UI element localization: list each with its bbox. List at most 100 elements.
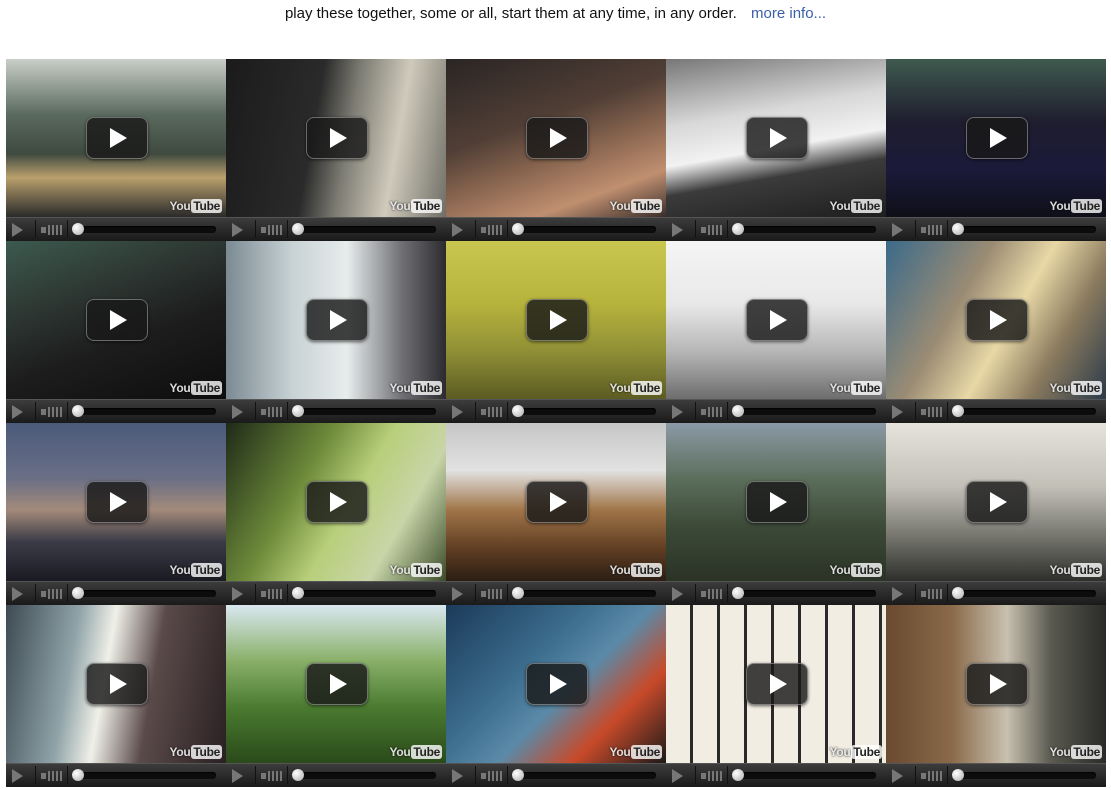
play-overlay-icon[interactable] [526, 663, 588, 705]
video-screen[interactable]: You Tube [446, 423, 666, 581]
volume-icon[interactable] [261, 770, 283, 782]
progress-track[interactable] [952, 769, 1096, 781]
play-button-icon[interactable] [452, 587, 463, 601]
play-overlay-icon[interactable] [746, 117, 808, 159]
play-overlay-icon[interactable] [86, 481, 148, 523]
progress-knob[interactable] [512, 223, 524, 235]
play-overlay-icon[interactable] [526, 481, 588, 523]
play-overlay-icon[interactable] [966, 663, 1028, 705]
progress-track[interactable] [732, 587, 876, 599]
video-screen[interactable]: You Tube [886, 423, 1106, 581]
video-screen[interactable]: You Tube [886, 605, 1106, 763]
progress-knob[interactable] [72, 769, 84, 781]
progress-track[interactable] [292, 223, 436, 235]
volume-icon[interactable] [41, 406, 63, 418]
more-info-link[interactable]: more info... [751, 5, 826, 22]
video-screen[interactable]: You Tube [6, 423, 226, 581]
play-overlay-icon[interactable] [86, 299, 148, 341]
play-overlay-icon[interactable] [526, 117, 588, 159]
progress-knob[interactable] [512, 769, 524, 781]
progress-knob[interactable] [952, 405, 964, 417]
play-button-icon[interactable] [892, 223, 903, 237]
progress-knob[interactable] [292, 405, 304, 417]
play-overlay-icon[interactable] [746, 663, 808, 705]
video-screen[interactable]: You Tube [666, 59, 886, 217]
progress-track[interactable] [952, 223, 1096, 235]
volume-icon[interactable] [921, 770, 943, 782]
play-button-icon[interactable] [672, 769, 683, 783]
progress-track[interactable] [732, 769, 876, 781]
video-screen[interactable]: You Tube [666, 241, 886, 399]
progress-knob[interactable] [732, 587, 744, 599]
progress-knob[interactable] [732, 769, 744, 781]
play-button-icon[interactable] [672, 223, 683, 237]
play-button-icon[interactable] [892, 587, 903, 601]
progress-knob[interactable] [732, 223, 744, 235]
progress-knob[interactable] [512, 405, 524, 417]
progress-knob[interactable] [952, 769, 964, 781]
volume-icon[interactable] [481, 770, 503, 782]
play-button-icon[interactable] [452, 223, 463, 237]
video-screen[interactable]: You Tube [666, 423, 886, 581]
play-overlay-icon[interactable] [746, 481, 808, 523]
play-button-icon[interactable] [452, 769, 463, 783]
video-screen[interactable]: You Tube [446, 605, 666, 763]
volume-icon[interactable] [701, 406, 723, 418]
play-overlay-icon[interactable] [526, 299, 588, 341]
play-overlay-icon[interactable] [86, 117, 148, 159]
volume-icon[interactable] [481, 224, 503, 236]
volume-icon[interactable] [481, 406, 503, 418]
play-overlay-icon[interactable] [306, 663, 368, 705]
play-button-icon[interactable] [232, 223, 243, 237]
volume-icon[interactable] [481, 588, 503, 600]
progress-track[interactable] [72, 405, 216, 417]
play-button-icon[interactable] [232, 769, 243, 783]
progress-track[interactable] [952, 587, 1096, 599]
play-overlay-icon[interactable] [966, 481, 1028, 523]
play-button-icon[interactable] [452, 405, 463, 419]
volume-icon[interactable] [921, 224, 943, 236]
progress-track[interactable] [72, 769, 216, 781]
progress-track[interactable] [72, 223, 216, 235]
progress-knob[interactable] [292, 587, 304, 599]
progress-track[interactable] [512, 223, 656, 235]
volume-icon[interactable] [701, 588, 723, 600]
play-overlay-icon[interactable] [306, 117, 368, 159]
progress-track[interactable] [512, 587, 656, 599]
video-screen[interactable]: You Tube [446, 59, 666, 217]
volume-icon[interactable] [261, 224, 283, 236]
progress-knob[interactable] [292, 769, 304, 781]
play-overlay-icon[interactable] [966, 117, 1028, 159]
video-screen[interactable]: You Tube [6, 59, 226, 217]
progress-track[interactable] [292, 405, 436, 417]
progress-knob[interactable] [292, 223, 304, 235]
volume-icon[interactable] [701, 224, 723, 236]
play-button-icon[interactable] [232, 405, 243, 419]
progress-track[interactable] [292, 587, 436, 599]
progress-knob[interactable] [72, 587, 84, 599]
video-screen[interactable]: You Tube [226, 241, 446, 399]
video-screen[interactable]: You Tube [6, 241, 226, 399]
volume-icon[interactable] [41, 588, 63, 600]
volume-icon[interactable] [921, 588, 943, 600]
progress-track[interactable] [512, 769, 656, 781]
progress-knob[interactable] [72, 405, 84, 417]
progress-knob[interactable] [732, 405, 744, 417]
play-button-icon[interactable] [232, 587, 243, 601]
video-screen[interactable]: You Tube [226, 605, 446, 763]
play-button-icon[interactable] [12, 587, 23, 601]
volume-icon[interactable] [261, 588, 283, 600]
progress-knob[interactable] [952, 223, 964, 235]
play-overlay-icon[interactable] [306, 299, 368, 341]
volume-icon[interactable] [41, 770, 63, 782]
progress-track[interactable] [292, 769, 436, 781]
play-button-icon[interactable] [672, 587, 683, 601]
play-overlay-icon[interactable] [746, 299, 808, 341]
video-screen[interactable]: You Tube [226, 423, 446, 581]
volume-icon[interactable] [261, 406, 283, 418]
play-button-icon[interactable] [12, 405, 23, 419]
play-button-icon[interactable] [12, 769, 23, 783]
play-button-icon[interactable] [12, 223, 23, 237]
progress-track[interactable] [732, 405, 876, 417]
video-screen[interactable]: You Tube [886, 241, 1106, 399]
